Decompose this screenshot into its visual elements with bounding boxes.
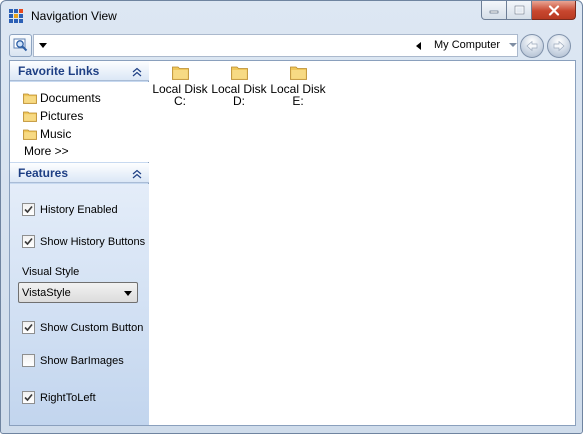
checkbox-label: RightToLeft xyxy=(40,391,96,404)
drive-label-line2: C: xyxy=(174,94,186,108)
checkbox[interactable] xyxy=(22,354,35,367)
favorite-links-header[interactable]: Favorite Links xyxy=(10,61,149,81)
folder-icon xyxy=(171,66,189,80)
favorite-link-pictures[interactable]: Pictures xyxy=(23,108,83,124)
window-controls xyxy=(481,1,576,20)
custom-search-button[interactable] xyxy=(9,34,32,57)
minimize-icon xyxy=(489,10,499,14)
more-links[interactable]: More >> xyxy=(24,144,69,158)
folder-icon xyxy=(230,66,248,80)
collapse-chevron-icon[interactable] xyxy=(132,67,142,77)
folder-icon xyxy=(23,111,37,122)
back-button[interactable] xyxy=(520,34,544,58)
minimize-button[interactable] xyxy=(481,1,507,20)
chevron-left-icon[interactable] xyxy=(416,42,421,50)
features-title: Features xyxy=(18,166,69,180)
favorite-links-list: Documents Pictures Music More >> xyxy=(10,82,149,162)
checkbox[interactable] xyxy=(22,203,35,216)
checkmark-icon xyxy=(24,205,33,214)
close-button[interactable] xyxy=(532,1,576,20)
forward-button[interactable] xyxy=(547,34,571,58)
history-enabled-checkbox[interactable]: History Enabled xyxy=(22,203,118,216)
favorite-link-label: Documents xyxy=(40,91,101,105)
folder-icon xyxy=(23,129,37,140)
drive-item-c[interactable]: Local Disk C: xyxy=(150,65,210,107)
show-custom-button-checkbox[interactable]: Show Custom Button xyxy=(22,321,143,334)
favorite-link-label: Music xyxy=(40,127,72,141)
window: Navigation View My Computer Favorite Lin… xyxy=(0,0,583,434)
favorite-link-label: Pictures xyxy=(40,109,84,123)
visual-style-label: Visual Style xyxy=(22,266,80,278)
favorite-link-documents[interactable]: Documents xyxy=(23,90,101,106)
right-to-left-checkbox[interactable]: RightToLeft xyxy=(22,391,96,404)
show-history-buttons-checkbox[interactable]: Show History Buttons xyxy=(22,235,145,248)
content-pane: Local Disk C: Local Disk D: Local Disk E… xyxy=(150,61,575,425)
collapse-chevron-icon[interactable] xyxy=(132,169,142,179)
app-grid-icon xyxy=(9,9,23,23)
folder-icon xyxy=(23,93,37,104)
maximize-icon xyxy=(514,5,524,15)
favorite-links-title: Favorite Links xyxy=(18,64,100,78)
drive-item-e[interactable]: Local Disk E: xyxy=(268,65,328,107)
checkmark-icon xyxy=(24,237,33,246)
address-location[interactable]: My Computer xyxy=(434,39,500,51)
window-title: Navigation View xyxy=(31,9,117,23)
checkbox-label: Show BarImages xyxy=(40,354,124,367)
chevron-down-icon[interactable] xyxy=(39,43,47,48)
address-bar[interactable]: My Computer xyxy=(33,34,518,57)
drive-label-line2: E: xyxy=(292,94,304,108)
close-icon xyxy=(548,4,559,16)
drive-label-line2: D: xyxy=(233,94,245,108)
checkbox[interactable] xyxy=(22,391,35,404)
title-bar[interactable]: Navigation View xyxy=(1,1,582,31)
chevron-down-icon xyxy=(124,291,132,296)
toolbar: My Computer xyxy=(8,32,576,60)
navigation-body: Favorite Links Documents Pictures Music xyxy=(9,60,576,426)
features-header[interactable]: Features xyxy=(10,163,149,183)
maximize-button[interactable] xyxy=(507,1,532,20)
checkmark-icon xyxy=(24,323,33,332)
checkbox-label: Show Custom Button xyxy=(40,321,144,334)
checkbox[interactable] xyxy=(22,321,35,334)
search-icon xyxy=(13,38,28,52)
checkbox-label: Show History Buttons xyxy=(40,235,146,248)
show-bar-images-checkbox[interactable]: Show BarImages xyxy=(22,354,124,367)
sidebar: Favorite Links Documents Pictures Music xyxy=(10,61,149,425)
folder-icon xyxy=(289,66,307,80)
features-panel: History Enabled Show History Buttons Vis… xyxy=(10,184,149,425)
drive-item-d[interactable]: Local Disk D: xyxy=(209,65,269,107)
visual-style-value: VistaStyle xyxy=(22,287,71,299)
history-dropdown-icon[interactable] xyxy=(509,43,517,47)
favorite-link-music[interactable]: Music xyxy=(23,126,71,142)
back-arrow-icon xyxy=(526,40,538,52)
checkmark-icon xyxy=(24,393,33,402)
checkbox-label: History Enabled xyxy=(40,203,118,216)
forward-arrow-icon xyxy=(553,40,565,52)
checkbox[interactable] xyxy=(22,235,35,248)
visual-style-select[interactable]: VistaStyle xyxy=(18,282,138,303)
